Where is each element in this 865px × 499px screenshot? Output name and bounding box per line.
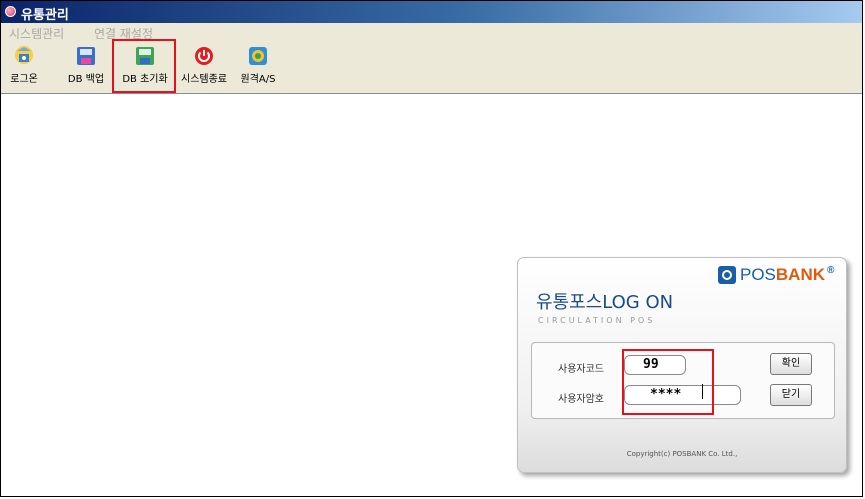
system-shutdown-label: 시스템종료: [181, 74, 227, 85]
copyright-text: Copyright(c) POSBANK Co. Ltd.,: [626, 450, 738, 458]
power-icon: [195, 47, 213, 65]
user-code-label: 사용자코드: [558, 364, 604, 375]
brand-bank-text: BANK: [775, 265, 826, 284]
posbank-logo-icon: [718, 266, 736, 284]
remote-support-label: 원격A/S: [240, 74, 276, 85]
text-caret: [702, 384, 703, 399]
brand-pos-text: POS: [740, 265, 776, 284]
menu-system-management[interactable]: 시스템관리: [9, 25, 64, 42]
title-bar: 유통관리: [1, 1, 862, 23]
app-icon: [5, 6, 16, 17]
db-backup-label: DB 백업: [67, 74, 105, 85]
remote-support-icon: [249, 47, 267, 65]
db-backup-button[interactable]: DB 백업: [64, 45, 108, 89]
logon-icon: [15, 46, 33, 64]
password-label: 사용자암호: [558, 394, 604, 405]
annotation-highlight-fields: [622, 349, 714, 415]
logon-button[interactable]: 로그온: [7, 45, 41, 89]
system-shutdown-button[interactable]: 시스템종료: [176, 45, 232, 89]
brand-registered-mark: ®: [827, 265, 835, 276]
dialog-subtitle: CIRCULATION POS: [538, 316, 656, 325]
annotation-highlight-toolbar: [112, 39, 176, 93]
dialog-title: 유통포스LOG ON: [536, 292, 674, 313]
db-backup-icon: [77, 47, 95, 65]
close-button[interactable]: 닫기: [770, 384, 812, 406]
window-title: 유통관리: [21, 8, 69, 23]
logon-label: 로그온: [10, 74, 38, 85]
remote-support-button[interactable]: 원격A/S: [236, 45, 280, 89]
confirm-button[interactable]: 확인: [770, 353, 812, 375]
